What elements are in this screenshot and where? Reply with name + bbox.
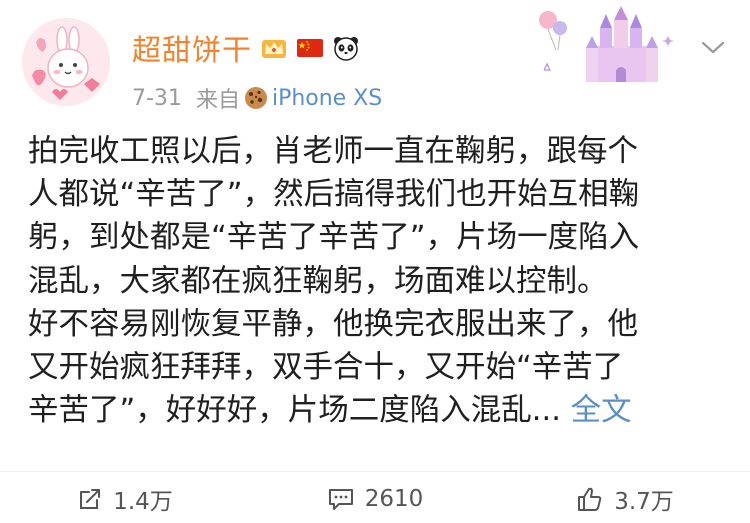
panda-icon (332, 34, 360, 62)
user-avatar[interactable] (22, 18, 110, 106)
repost-count: 1.4万 (113, 489, 173, 515)
content-line: 好不容易刚恢复平静，他换完衣服出来了，他 (28, 306, 638, 342)
post-date: 7-31 (132, 85, 182, 111)
comment-count: 2610 (364, 486, 424, 512)
divider (0, 471, 750, 472)
comment-button[interactable]: 2610 (250, 478, 500, 520)
cookie-icon (244, 86, 268, 110)
china-flag-icon (296, 34, 324, 62)
full-text-link[interactable]: 全文 (571, 393, 632, 428)
action-bar: 1.4万 2610 3.7万 (0, 478, 750, 520)
user-header: 超甜饼干 (132, 28, 360, 68)
content-line: 人都说“辛苦了”，然后搞得我们也开始互相鞠 (28, 177, 640, 213)
post-source[interactable]: iPhone XS (272, 86, 382, 111)
content-line: 混乱，大家都在疯狂鞠躬，场面难以控制。 (28, 263, 608, 299)
content-line-text: 辛苦了”，好好好，片场二度陷入混乱... (28, 393, 561, 429)
post-content: 拍完收工照以后，肖老师一直在鞠躬，跟每个 人都说“辛苦了”，然后搞得我们也开始互… (28, 130, 728, 432)
chevron-down-icon[interactable] (697, 36, 729, 60)
content-line-last: 辛苦了”，好好好，片场二度陷入混乱... 全文 (28, 389, 728, 432)
content-line: 躬，到处都是“辛苦了辛苦了”，片场一度陷入 (28, 220, 640, 256)
comment-icon (328, 489, 353, 510)
like-count: 3.7万 (614, 489, 674, 515)
thumbs-up-icon (578, 487, 602, 511)
repost-button[interactable]: 1.4万 (0, 478, 250, 520)
repost-icon (80, 489, 101, 509)
username[interactable]: 超甜饼干 (132, 27, 252, 69)
source-prefix: 来自 (195, 88, 240, 113)
castle-decoration-icon (530, 6, 680, 86)
post-meta: 7-31 来自 iPhone XS (132, 82, 382, 114)
weibo-post-card: 超甜饼干 7-31 来自 iPhone XS 拍完收工照以后，肖老师一直在鞠躬，… (0, 0, 750, 523)
content-line: 拍完收工照以后，肖老师一直在鞠躬，跟每个 (28, 134, 638, 169)
content-line: 又开始疯狂拜拜，双手合十，又开始“辛苦了 (28, 349, 624, 385)
crown-icon[interactable] (260, 34, 288, 62)
like-button[interactable]: 3.7万 (500, 478, 750, 520)
